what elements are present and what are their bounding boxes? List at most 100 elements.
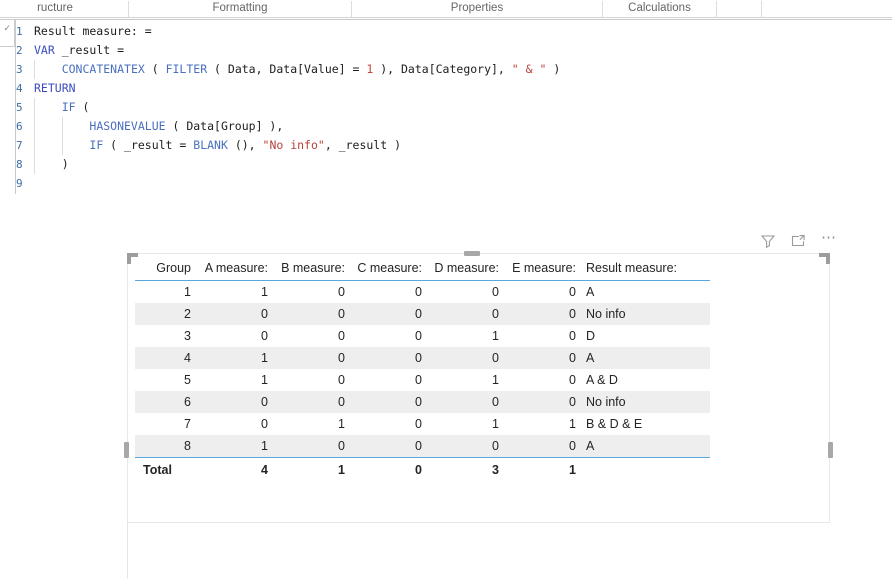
table-cell[interactable]: 0 <box>426 391 503 413</box>
table-cell[interactable]: 0 <box>503 369 580 391</box>
table-cell[interactable]: 5 <box>135 369 195 391</box>
focus-mode-icon[interactable] <box>788 231 808 251</box>
table-cell[interactable]: 6 <box>135 391 195 413</box>
table-cell[interactable]: 4 <box>135 347 195 369</box>
table-cell[interactable]: 0 <box>272 391 349 413</box>
column-header[interactable]: B measure: <box>272 257 349 281</box>
code-line[interactable]: 9 <box>16 174 892 193</box>
table-row[interactable]: 701011B & D & E <box>135 413 710 435</box>
code-line[interactable]: 6 HASONEVALUE ( Data[Group] ), <box>16 117 892 136</box>
table-row[interactable]: 6 0 0 0 0 0 No info <box>135 391 710 413</box>
table-cell[interactable]: 0 <box>349 369 426 391</box>
code-token-kw: RETURN <box>34 81 76 95</box>
table-cell[interactable]: 2 <box>135 303 195 325</box>
table-cell[interactable]: 3 <box>135 325 195 347</box>
table-cell[interactable]: 0 <box>426 303 503 325</box>
table-cell[interactable]: 1 <box>195 347 272 369</box>
table-cell[interactable]: 0 <box>503 303 580 325</box>
code-token-fn: CONCATENATEX <box>61 62 145 76</box>
table-cell[interactable]: 1 <box>195 281 272 304</box>
table-cell[interactable]: B & D & E <box>580 413 710 435</box>
code-line[interactable]: 8 ) <box>16 155 892 174</box>
code-line[interactable]: 7 IF ( _result = BLANK (), "No info", _r… <box>16 136 892 155</box>
table-row[interactable]: 110000A <box>135 281 710 304</box>
table-cell[interactable]: 0 <box>349 281 426 304</box>
table-cell[interactable]: 1 <box>503 413 580 435</box>
table-row[interactable]: 300010D <box>135 325 710 347</box>
table-row[interactable]: 2 0 0 0 0 0 No info <box>135 303 710 325</box>
table-cell[interactable]: 0 <box>349 435 426 458</box>
table-cell[interactable]: 0 <box>503 391 580 413</box>
table-row[interactable]: 510010A & D <box>135 369 710 391</box>
code-token-col: ) <box>546 62 561 76</box>
dax-formula-editor[interactable]: ✓ 1 Result measure: = 2 VAR _result = 3 CONC… <box>0 19 892 194</box>
table-cell[interactable]: 0 <box>272 303 349 325</box>
code-line[interactable]: 5 IF ( <box>16 98 892 117</box>
table-cell[interactable]: 0 <box>272 281 349 304</box>
table-cell[interactable]: No info <box>580 391 710 413</box>
table-total-cell: 3 <box>426 457 503 481</box>
table-cell[interactable]: 1 <box>195 369 272 391</box>
table-cell[interactable]: 0 <box>349 303 426 325</box>
code-line[interactable]: 1 Result measure: = <box>16 22 892 41</box>
table-cell[interactable]: A <box>580 281 710 304</box>
column-header[interactable]: Group <box>135 257 195 281</box>
table-cell[interactable]: 0 <box>503 347 580 369</box>
table-row[interactable]: 410000A <box>135 347 710 369</box>
table-row[interactable]: 810000A <box>135 435 710 458</box>
table-cell[interactable]: 1 <box>426 369 503 391</box>
column-header[interactable]: A measure: <box>195 257 272 281</box>
table-cell[interactable]: 0 <box>272 347 349 369</box>
table-cell[interactable]: 8 <box>135 435 195 458</box>
column-header[interactable]: D measure: <box>426 257 503 281</box>
table-cell[interactable]: 0 <box>426 281 503 304</box>
visual-header-icons: ⋯ <box>758 230 842 251</box>
table-cell[interactable]: 0 <box>349 325 426 347</box>
table-cell[interactable]: A <box>580 435 710 458</box>
dax-code-area[interactable]: 1 Result measure: = 2 VAR _result = 3 CONCAT… <box>15 19 892 194</box>
table-cell[interactable]: 0 <box>272 435 349 458</box>
table-cell[interactable]: 0 <box>195 303 272 325</box>
table-cell[interactable]: No info <box>580 303 710 325</box>
table-cell[interactable]: 0 <box>503 435 580 458</box>
table-total-row[interactable]: Total 4 1 0 3 1 <box>135 457 710 481</box>
table-cell[interactable]: 7 <box>135 413 195 435</box>
code-line[interactable]: 4 RETURN <box>16 79 892 98</box>
table-cell[interactable]: 0 <box>349 413 426 435</box>
more-options-icon[interactable]: ⋯ <box>819 230 839 251</box>
table-cell[interactable]: A & D <box>580 369 710 391</box>
column-header[interactable]: C measure: <box>349 257 426 281</box>
ribbon-separator-5 <box>761 1 762 17</box>
table-cell[interactable]: 1 <box>426 413 503 435</box>
filter-icon[interactable] <box>758 231 778 251</box>
code-text: IF ( _result = BLANK (), "No info", _res… <box>34 136 401 155</box>
table-cell[interactable]: 0 <box>195 413 272 435</box>
column-header[interactable]: E measure: <box>503 257 580 281</box>
table-cell[interactable]: D <box>580 325 710 347</box>
table-cell[interactable]: 0 <box>426 435 503 458</box>
matrix-visual-container[interactable]: Group A measure: B measure: C measure: D mea… <box>124 251 833 523</box>
formula-accept-button[interactable]: ✓ <box>0 19 15 47</box>
code-token-fn: BLANK <box>193 138 228 152</box>
table-cell[interactable]: 0 <box>503 281 580 304</box>
column-header[interactable]: Result measure: <box>580 257 710 281</box>
code-line[interactable]: 3 CONCATENATEX ( FILTER ( Data, Data[Val… <box>16 60 892 79</box>
table-cell[interactable]: 0 <box>272 325 349 347</box>
table-cell[interactable]: 1 <box>272 413 349 435</box>
table-cell[interactable]: A <box>580 347 710 369</box>
table-cell[interactable]: 1 <box>135 281 195 304</box>
table-cell[interactable]: 0 <box>349 347 426 369</box>
table-cell[interactable]: 0 <box>349 391 426 413</box>
table-cell[interactable]: 0 <box>426 347 503 369</box>
code-line[interactable]: 2 VAR _result = <box>16 41 892 60</box>
table-cell[interactable]: 1 <box>195 435 272 458</box>
matrix-table-wrapper: Group A measure: B measure: C measure: D mea… <box>135 257 819 481</box>
table-cell[interactable]: 0 <box>272 369 349 391</box>
table-cell[interactable]: 0 <box>195 325 272 347</box>
table-cell[interactable]: 0 <box>503 325 580 347</box>
report-canvas[interactable]: ⋯ Group A measure: B measure: C measure:… <box>0 194 892 579</box>
ribbon-group-4: Calculations <box>628 2 691 14</box>
table-cell[interactable]: 0 <box>195 391 272 413</box>
table-cell[interactable]: 1 <box>426 325 503 347</box>
line-number: 2 <box>16 44 23 57</box>
